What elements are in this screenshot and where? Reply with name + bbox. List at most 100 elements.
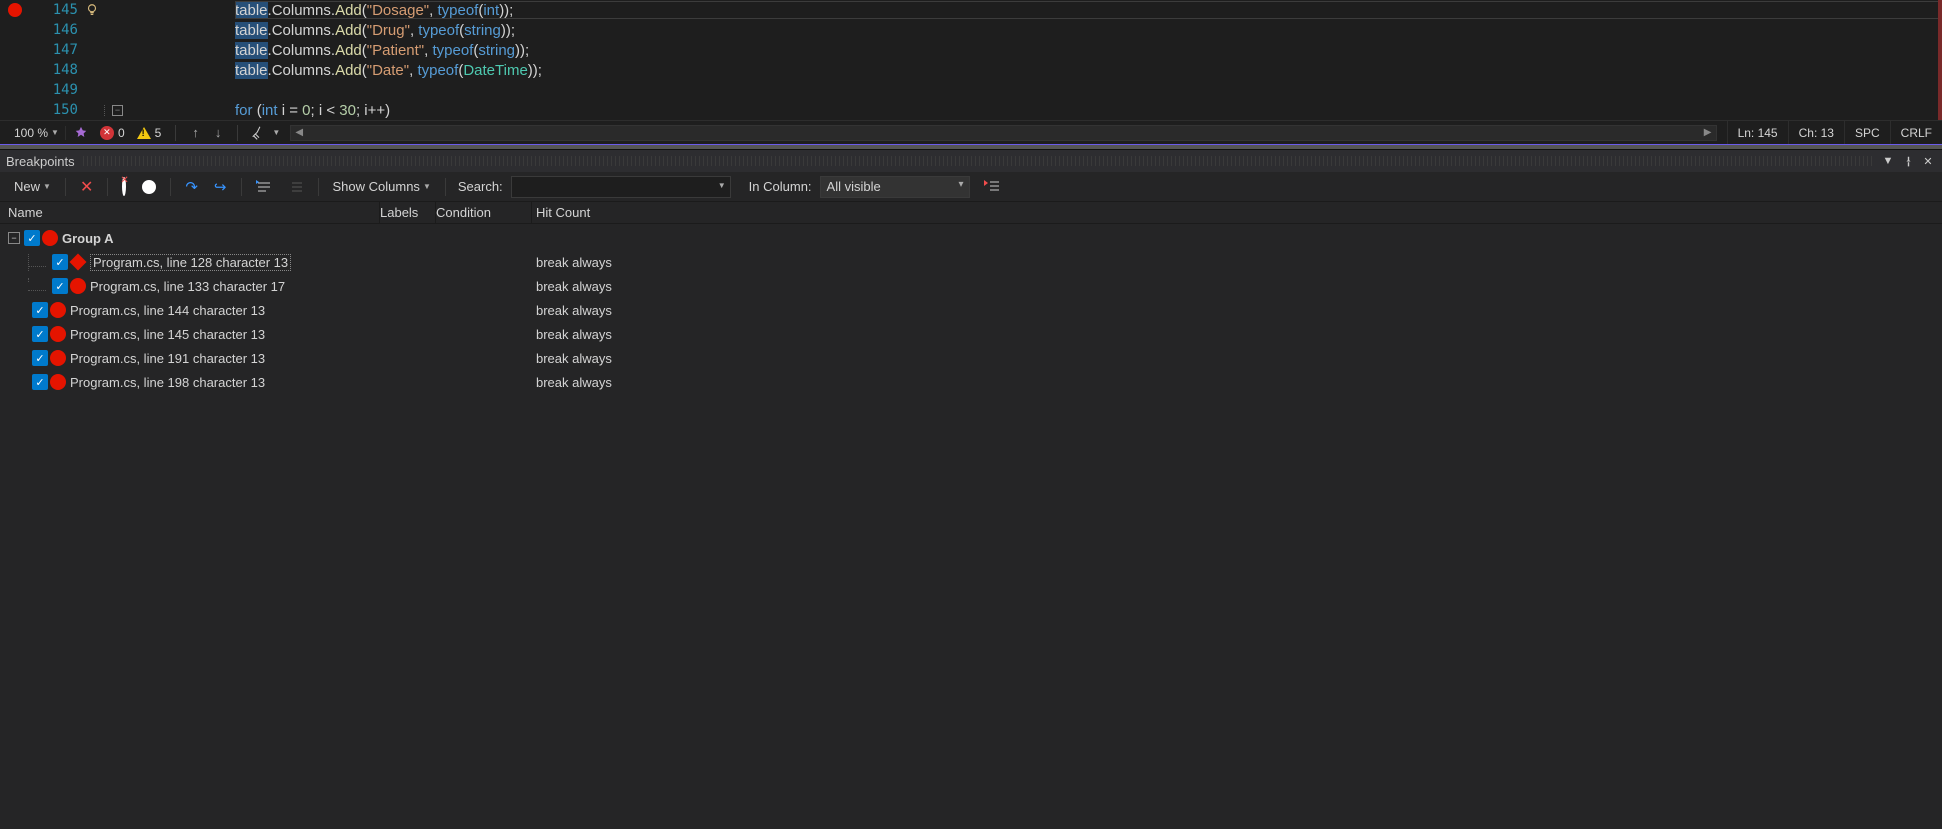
code-content[interactable]: for (int i = 0; i < 30; i++) <box>235 101 390 119</box>
panel-title-bar[interactable]: Breakpoints ▼ ✕ <box>0 150 1942 172</box>
breakpoint-label: Program.cs, line 191 character 13 <box>70 351 265 366</box>
line-indicator[interactable]: Ln: 145 <box>1727 121 1788 144</box>
go-to-source-button[interactable] <box>250 178 278 196</box>
breakpoint-checkbox[interactable]: ✓ <box>24 230 40 246</box>
outline-collapse-icon[interactable]: − <box>112 105 123 116</box>
column-header-name[interactable]: Name <box>0 202 380 223</box>
separator <box>170 178 171 196</box>
breakpoints-column-headers: Name Labels Condition Hit Count <box>0 202 1942 224</box>
warning-count[interactable]: 5 <box>133 126 166 140</box>
horizontal-scrollbar[interactable]: ◀ ▶ <box>290 125 1716 141</box>
chevron-down-icon[interactable]: ▼ <box>718 181 726 190</box>
code-line[interactable]: 150−for (int i = 0; i < 30; i++) <box>0 100 1942 120</box>
lightbulb-icon[interactable] <box>85 3 99 17</box>
code-editor[interactable]: 145 table.Columns.Add("Dosage", typeof(in… <box>0 0 1942 120</box>
disable-all-button[interactable]: ✕ <box>116 177 132 196</box>
nav-up-button[interactable]: ↑ <box>186 125 205 140</box>
breakpoint-checkbox[interactable]: ✓ <box>52 254 68 270</box>
chevron-down-icon: ▼ <box>43 182 51 191</box>
clear-search-button[interactable] <box>974 178 1006 196</box>
breakpoint-checkbox[interactable]: ✓ <box>52 278 68 294</box>
code-content[interactable]: table.Columns.Add("Drug", typeof(string)… <box>235 21 515 39</box>
breakpoint-row[interactable]: ✓ Program.cs, line 145 character 13 break … <box>0 322 1942 346</box>
breakpoint-hitcount-cell: break always <box>532 255 1942 270</box>
breakpoint-row[interactable]: ✓Program.cs, line 128 character 13break … <box>0 250 1942 274</box>
breakpoint-icon <box>50 302 66 318</box>
code-line[interactable]: 146table.Columns.Add("Drug", typeof(stri… <box>0 20 1942 40</box>
export-button[interactable]: ↷ <box>179 176 204 198</box>
separator <box>318 178 319 196</box>
error-icon: ✕ <box>100 126 114 140</box>
code-line[interactable]: 149 <box>0 80 1942 100</box>
column-header-labels[interactable]: Labels <box>380 202 436 223</box>
close-icon[interactable]: ✕ <box>1920 153 1936 169</box>
warning-icon <box>137 127 151 139</box>
import-button[interactable]: ↪ <box>208 176 233 198</box>
show-columns-dropdown[interactable]: Show Columns ▼ <box>327 177 437 196</box>
breakpoint-row[interactable]: ✓Program.cs, line 133 character 17break … <box>0 274 1942 298</box>
code-content[interactable]: table.Columns.Add("Date", typeof(DateTim… <box>235 61 542 79</box>
char-indicator[interactable]: Ch: 13 <box>1788 121 1844 144</box>
glyph-margin[interactable] <box>0 3 30 17</box>
eol-indicator[interactable]: CRLF <box>1890 121 1942 144</box>
separator <box>445 178 446 196</box>
search-input[interactable] <box>511 176 731 198</box>
error-count[interactable]: ✕ 0 <box>96 126 129 140</box>
breakpoint-hitcount-cell: break always <box>532 279 1942 294</box>
breakpoint-checkbox[interactable]: ✓ <box>32 326 48 342</box>
breakpoint-checkbox[interactable]: ✓ <box>32 302 48 318</box>
outline-margin[interactable]: − <box>104 105 130 116</box>
breakpoint-icon <box>42 230 58 246</box>
editor-status-bar: 100 % ▼ ✕ 0 5 ↑ ↓ ▼ ◀ ▶ Ln: 145 Ch: 13 S… <box>0 120 1942 144</box>
breakpoint-row[interactable]: ✓Program.cs, line 144 character 13break … <box>0 298 1942 322</box>
column-header-hitcount[interactable]: Hit Count <box>532 205 1942 220</box>
nav-down-button[interactable]: ↓ <box>209 125 228 140</box>
go-to-disassembly-button[interactable] <box>282 178 310 196</box>
enable-all-button[interactable] <box>136 178 162 196</box>
breakpoints-toolbar: New ▼ ✕ ✕ ↷ ↪ Show Columns ▼ Search: ▼ <box>0 172 1942 202</box>
collapse-icon[interactable]: − <box>8 232 20 244</box>
new-breakpoint-button[interactable]: New ▼ <box>8 177 57 196</box>
breakpoint-icon <box>50 326 66 342</box>
error-count-value: 0 <box>118 126 125 140</box>
indent-indicator[interactable]: SPC <box>1844 121 1890 144</box>
filled-circle-icon <box>142 180 156 194</box>
column-header-condition[interactable]: Condition <box>436 202 532 223</box>
zoom-dropdown[interactable]: 100 % ▼ <box>8 126 66 140</box>
line-number: 145 <box>30 2 80 18</box>
chevron-down-icon[interactable]: ▼ <box>272 128 280 137</box>
separator <box>107 178 108 196</box>
import-icon: ↪ <box>214 178 227 196</box>
breakpoint-checkbox[interactable]: ✓ <box>32 350 48 366</box>
breakpoint-checkbox[interactable]: ✓ <box>32 374 48 390</box>
scroll-right-button[interactable]: ▶ <box>1700 126 1716 140</box>
breakpoint-label: Program.cs, line 145 character 13 <box>70 327 265 342</box>
tracepoint-icon <box>70 254 87 271</box>
code-line[interactable]: 145 table.Columns.Add("Dosage", typeof(in… <box>0 0 1942 20</box>
window-position-button[interactable]: ▼ <box>1880 153 1896 169</box>
code-line[interactable]: 147table.Columns.Add("Patient", typeof(s… <box>0 40 1942 60</box>
breakpoint-hitcount-cell: break always <box>532 327 1942 342</box>
breakpoint-row[interactable]: ✓Program.cs, line 198 character 13break … <box>0 370 1942 394</box>
code-cleanup-button[interactable] <box>248 125 268 141</box>
panel-title: Breakpoints <box>6 154 75 169</box>
breakpoint-row[interactable]: ✓Program.cs, line 191 character 13break … <box>0 346 1942 370</box>
breakpoint-group-row[interactable]: −✓Group A <box>0 226 1942 250</box>
delete-breakpoint-button[interactable]: ✕ <box>74 175 99 199</box>
lightbulb-margin[interactable] <box>80 3 104 17</box>
warning-count-value: 5 <box>155 126 162 140</box>
zoom-value: 100 % <box>14 126 48 140</box>
breakpoint-icon[interactable] <box>8 3 22 17</box>
code-line[interactable]: 148table.Columns.Add("Date", typeof(Date… <box>0 60 1942 80</box>
scroll-left-button[interactable]: ◀ <box>291 126 307 140</box>
code-content[interactable]: table.Columns.Add("Dosage", typeof(int))… <box>235 1 513 19</box>
pin-icon[interactable] <box>1900 153 1916 169</box>
editor-marker-bar <box>1938 0 1942 120</box>
health-indicator-icon[interactable] <box>70 126 92 140</box>
panel-title-grip[interactable] <box>83 156 1872 166</box>
breakpoint-name-cell: ✓Program.cs, line 198 character 13 <box>0 374 380 390</box>
delete-icon: ✕ <box>80 177 93 197</box>
in-column-dropdown[interactable]: All visible <box>820 176 970 198</box>
code-content[interactable]: table.Columns.Add("Patient", typeof(stri… <box>235 41 529 59</box>
breakpoint-name-cell: ✓ Program.cs, line 145 character 13 <box>0 326 380 342</box>
